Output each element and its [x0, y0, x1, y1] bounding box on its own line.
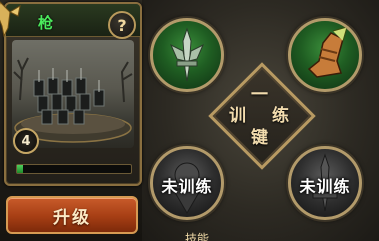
unit-name: 枪 — [38, 14, 54, 32]
upgrade-button[interactable]: 升级 — [6, 196, 138, 234]
train-all-char-3: 练 — [272, 106, 289, 126]
skill-3-status: 未训练 — [161, 177, 213, 196]
skill-slot-2[interactable] — [288, 18, 362, 92]
train-all-char-2: 训 — [229, 106, 246, 126]
trident-sword-icon — [170, 27, 204, 82]
skill-slot-1[interactable] — [150, 18, 224, 92]
exp-progress-fill — [17, 165, 23, 173]
help-button[interactable]: ? — [108, 11, 136, 39]
exp-progress-bar — [16, 164, 132, 174]
train-all-char-1: 一 — [251, 85, 268, 105]
war-boot-icon — [307, 26, 348, 78]
unit-level-badge: 4 — [13, 128, 39, 154]
train-all-char-4: 键 — [251, 128, 268, 148]
pin-icon — [0, 1, 21, 38]
skill-slot-3[interactable]: 未训练 — [150, 146, 224, 220]
skill-4-status: 未训练 — [299, 177, 351, 196]
tab-skills[interactable]: 技能 — [168, 230, 226, 241]
skill-slot-4[interactable]: 未训练 — [288, 146, 362, 220]
